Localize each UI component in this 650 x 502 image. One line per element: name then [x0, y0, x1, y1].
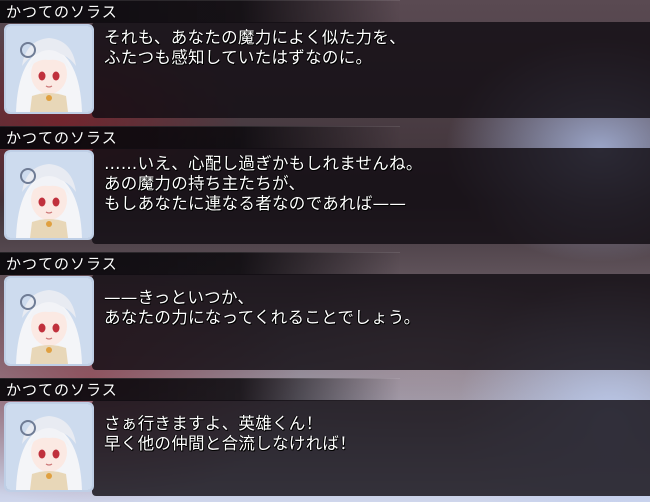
- dialog-text: ——きっといつか、 あなたの力になってくれることでしょう。: [104, 288, 421, 327]
- character-portrait-icon: [6, 278, 92, 364]
- speaker-name: かつてのソラス: [6, 129, 118, 147]
- speaker-avatar: [4, 150, 94, 240]
- dialog-entry: かつてのソラス さぁ行きますよ、英雄くん！ 早く他の仲間と合流しなければ！: [0, 378, 650, 502]
- speaker-name: かつてのソラス: [6, 381, 118, 399]
- character-portrait-icon: [6, 26, 92, 112]
- dialog-entry: かつてのソラス ——きっといつか、 あなたの力になってくれることでしょう。: [0, 252, 650, 376]
- dialog-text: ……いえ、心配し過ぎかもしれませんね。 あの魔力の持ち主たちが、 もしあなたに連…: [104, 154, 423, 213]
- dialog-text: さぁ行きますよ、英雄くん！ 早く他の仲間と合流しなければ！: [104, 414, 356, 453]
- dialog-entry: かつてのソラス ……いえ、心配し過ぎかもしれませんね。 あの魔力の持ち主たちが、…: [0, 126, 650, 250]
- speaker-name-bar: かつてのソラス: [0, 0, 400, 23]
- speaker-avatar: [4, 276, 94, 366]
- speaker-name-bar: かつてのソラス: [0, 126, 400, 149]
- speaker-name-bar: かつてのソラス: [0, 252, 400, 275]
- speaker-avatar: [4, 402, 94, 492]
- dialog-text: それも、あなたの魔力によく似た力を、 ふたつも感知していたはずなのに。: [104, 28, 406, 67]
- speaker-name-bar: かつてのソラス: [0, 378, 400, 401]
- speaker-name: かつてのソラス: [6, 255, 118, 273]
- speaker-avatar: [4, 24, 94, 114]
- character-portrait-icon: [6, 152, 92, 238]
- character-portrait-icon: [6, 404, 92, 490]
- dialog-entry: かつてのソラス それも、あなたの魔力によく似た力を、 ふたつも感知していたはずな…: [0, 0, 650, 124]
- speaker-name: かつてのソラス: [6, 3, 118, 21]
